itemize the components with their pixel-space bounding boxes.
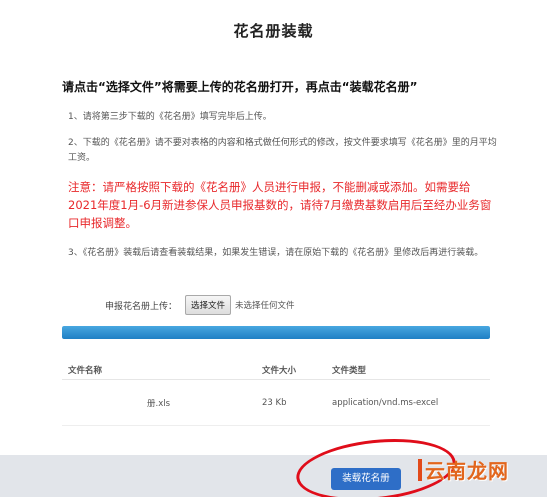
table-row: 册.xls 23 Kb application/vnd.ms-excel — [62, 380, 490, 426]
upload-row: 申报花名册上传： 选择文件 未选择任何文件 — [105, 295, 295, 315]
page-title: 花名册装载 — [233, 22, 314, 40]
watermark-text: 云南龙网 — [425, 459, 509, 483]
file-type-cell: application/vnd.ms-excel — [332, 397, 439, 408]
progress-bar — [62, 326, 490, 339]
choose-file-button[interactable]: 选择文件 — [185, 295, 232, 315]
watermark-logo-icon — [418, 458, 422, 481]
header-file-name: 文件名称 — [68, 365, 103, 376]
step-2: 2、下载的《花名册》请不要对表格的内容和格式做任何形式的修改，按文件要求填写《花… — [68, 138, 497, 163]
warning-note: 注意：请严格按照下载的《花名册》人员进行申报，不能删减或添加。如需要给2021年… — [68, 180, 492, 230]
header-file-type: 文件类型 — [332, 365, 367, 376]
upload-label: 申报花名册上传： — [105, 301, 178, 312]
progress-fill — [62, 326, 490, 339]
instruction-steps: 1、请将第三步下载的《花名册》填写完毕后上传。 2、下载的《花名册》请不要对表格… — [68, 110, 498, 272]
file-size-cell: 23 Kb — [262, 397, 287, 408]
file-name-cell: 册.xls — [147, 398, 171, 409]
watermark: 云南龙网 — [418, 455, 509, 484]
header-file-size: 文件大小 — [262, 365, 297, 376]
step-3: 3、《花名册》装载后请查看装载结果，如果发生错误，请在原始下载的《花名册》里修改… — [68, 248, 484, 258]
file-status: 未选择任何文件 — [235, 301, 295, 311]
step-1: 1、请将第三步下载的《花名册》填写完毕后上传。 — [68, 112, 272, 122]
instruction-heading: 请点击“选择文件”将需要上传的花名册打开，再点击“装载花名册” — [62, 80, 418, 94]
load-roster-button[interactable]: 装载花名册 — [331, 468, 401, 490]
file-table: 文件名称 文件大小 文件类型 册.xls 23 Kb application/v… — [62, 360, 490, 426]
table-header: 文件名称 文件大小 文件类型 — [62, 360, 490, 380]
